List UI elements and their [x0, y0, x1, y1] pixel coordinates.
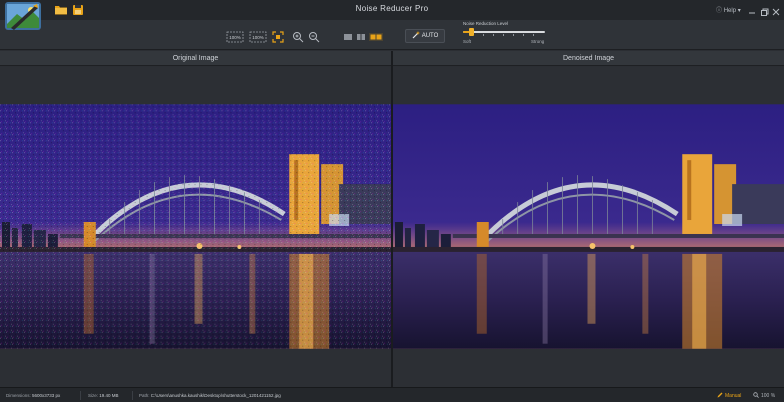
app-logo-icon	[5, 2, 41, 30]
slider-knob[interactable]	[469, 28, 475, 36]
slider-tick	[523, 34, 524, 36]
size-info: Size: 19.40 MB	[88, 393, 119, 398]
zoom-value: 100 %	[761, 393, 776, 399]
slider-max-label: Strong	[531, 39, 545, 44]
zoom-out-icon[interactable]	[308, 30, 320, 43]
fit-label-1: 100%	[229, 35, 241, 40]
restore-icon[interactable]	[759, 4, 769, 16]
noise-reduction-label: Noise Reduction Level	[463, 21, 509, 26]
original-pane-header: Original Image	[0, 51, 391, 66]
single-view-icon[interactable]	[343, 30, 353, 42]
pencil-icon	[717, 392, 723, 400]
path-value: C:\Users\anushka.kaushik\Desktop\shutter…	[150, 393, 281, 398]
app-window: Noise Reducer Pro ⓘ Help ▾ 100% 100% AUT…	[0, 0, 784, 402]
fit-icon[interactable]	[272, 30, 284, 43]
slider-tick	[503, 34, 504, 36]
dimensions-value: 5600x3733 px	[32, 393, 61, 398]
wand-icon	[412, 31, 420, 41]
help-menu[interactable]: ⓘ Help ▾	[716, 5, 741, 14]
manual-mode-button[interactable]: Manual	[717, 392, 741, 400]
original-pane-title: Original Image	[172, 54, 219, 62]
path-info: Path: C:\Users\anushka.kaushik\Desktop\s…	[139, 393, 281, 398]
split-view-icon[interactable]	[356, 30, 366, 42]
status-separator	[80, 391, 81, 400]
slider-tick	[513, 34, 514, 36]
chevron-down-icon: ▾	[737, 8, 741, 14]
dimensions-label: Dimensions:	[6, 393, 31, 398]
dimensions-info: Dimensions: 5600x3733 px	[6, 393, 60, 398]
auto-label: AUTO	[421, 33, 439, 39]
denoised-pane[interactable]	[393, 67, 784, 387]
fit-label-2: 100%	[252, 35, 264, 40]
path-label: Path:	[139, 393, 150, 398]
slider-tick	[533, 34, 534, 36]
status-separator	[132, 391, 133, 400]
size-label: Size:	[88, 393, 99, 398]
zoom-in-icon[interactable]	[292, 30, 304, 43]
denoised-pane-header: Denoised Image	[393, 51, 784, 66]
manual-label: Manual	[725, 393, 742, 399]
side-by-side-icon[interactable]	[369, 30, 383, 42]
slider-tick	[483, 34, 484, 36]
title-bar: Noise Reducer Pro ⓘ Help ▾	[0, 0, 784, 20]
window-title: Noise Reducer Pro	[355, 4, 429, 13]
denoised-pane-title: Denoised Image	[563, 54, 614, 62]
size-value: 19.40 MB	[99, 393, 119, 398]
slider-min-label: Soft	[463, 39, 472, 44]
status-bar: Dimensions: 5600x3733 px Size: 19.40 MB …	[0, 387, 784, 402]
help-label: Help	[723, 8, 737, 14]
zoom-indicator[interactable]: 100 %	[753, 392, 775, 400]
help-icon: ⓘ	[716, 8, 723, 14]
auto-button[interactable]: AUTO	[405, 29, 445, 43]
noise-reduction-slider[interactable]	[463, 28, 545, 36]
close-icon[interactable]	[771, 4, 781, 16]
original-pane[interactable]	[0, 67, 391, 387]
slider-tick	[493, 34, 494, 36]
minimize-icon[interactable]	[747, 4, 757, 14]
denoised-image[interactable]	[393, 104, 784, 349]
search-icon	[753, 392, 759, 400]
original-image[interactable]	[0, 104, 391, 349]
actual-size-button[interactable]: 100%	[249, 30, 267, 43]
toolbar: 100% 100% AUTO Noise Reduction Level Sof…	[0, 20, 784, 50]
fit-width-button[interactable]: 100%	[226, 30, 244, 43]
